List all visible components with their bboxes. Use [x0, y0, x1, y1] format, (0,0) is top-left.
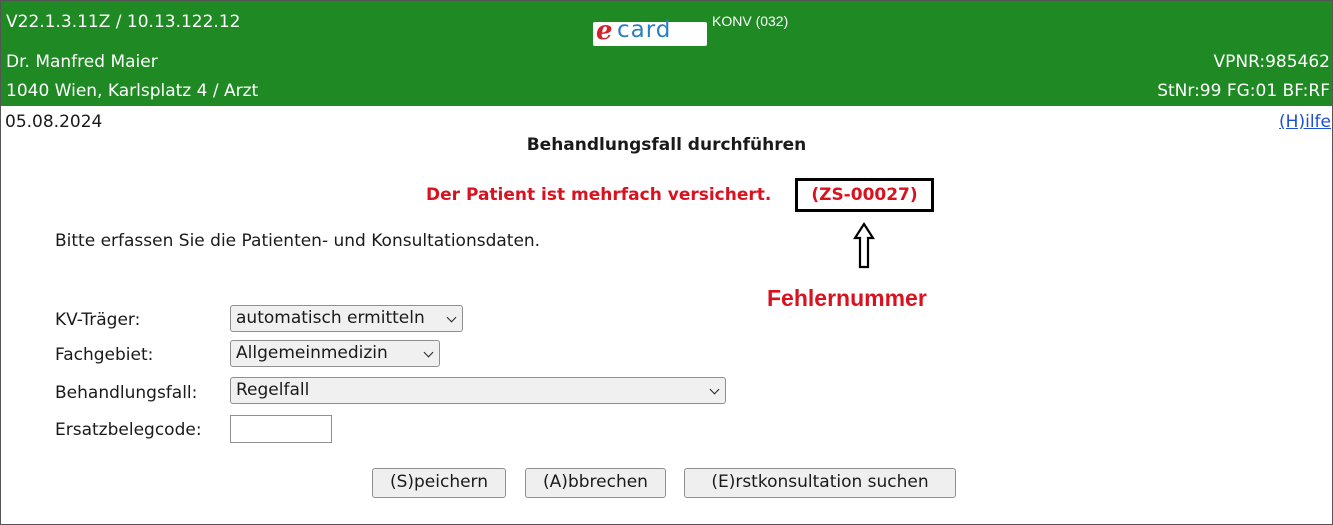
fachgebiet-value: Allgemeinmedizin	[236, 343, 388, 363]
search-first-consultation-button[interactable]: (E)rstkonsultation suchen	[684, 468, 956, 498]
error-code: (ZS-00027)	[795, 178, 934, 212]
address: 1040 Wien, Karlsplatz 4 / Arzt	[6, 81, 259, 101]
save-button[interactable]: (S)peichern	[372, 468, 506, 498]
page-title: Behandlungsfall durchführen	[526, 135, 807, 155]
up-arrow-icon	[853, 222, 875, 269]
station-info: StNr:99 FG:01 BF:RF	[1157, 81, 1330, 101]
fachgebiet-label: Fachgebiet:	[55, 345, 154, 365]
behandlungsfall-label: Behandlungsfall:	[55, 383, 198, 403]
chevron-down-icon	[446, 312, 457, 323]
ersatzbelegcode-label: Ersatzbelegcode:	[55, 420, 202, 440]
error-message: Der Patient ist mehrfach versichert.	[426, 185, 772, 205]
header-row-address: 1040 Wien, Karlsplatz 4 / Arzt StNr:99 F…	[1, 77, 1332, 106]
ersatzbelegcode-input[interactable]	[230, 415, 332, 443]
user-name: Dr. Manfred Maier	[6, 52, 158, 72]
fachgebiet-select[interactable]: Allgemeinmedizin	[230, 340, 440, 367]
intro-text: Bitte erfassen Sie die Patienten- und Ko…	[55, 231, 541, 251]
help-link[interactable]: (H)ilfe	[1279, 112, 1331, 132]
error-number-annotation: Fehlernummer	[767, 285, 927, 311]
kv-traeger-select[interactable]: automatisch ermitteln	[230, 305, 463, 332]
vpnr: VPNR:985462	[1213, 52, 1330, 72]
behandlungsfall-value: Regelfall	[236, 380, 310, 400]
kv-traeger-value: automatisch ermitteln	[236, 308, 425, 328]
cancel-button[interactable]: (A)bbrechen	[525, 468, 666, 498]
behandlungsfall-select[interactable]: Regelfall	[230, 377, 726, 404]
version-ip: V22.1.3.11Z / 10.13.122.12	[6, 12, 241, 32]
ecard-logo: e card	[593, 16, 707, 46]
date: 05.08.2024	[5, 112, 103, 132]
chevron-down-icon	[709, 384, 720, 395]
kv-traeger-label: KV-Träger:	[55, 310, 141, 330]
mode-indicator: KONV (032)	[712, 13, 789, 29]
header-row-user: Dr. Manfred Maier VPNR:985462	[1, 48, 1332, 77]
chevron-down-icon	[423, 347, 434, 358]
